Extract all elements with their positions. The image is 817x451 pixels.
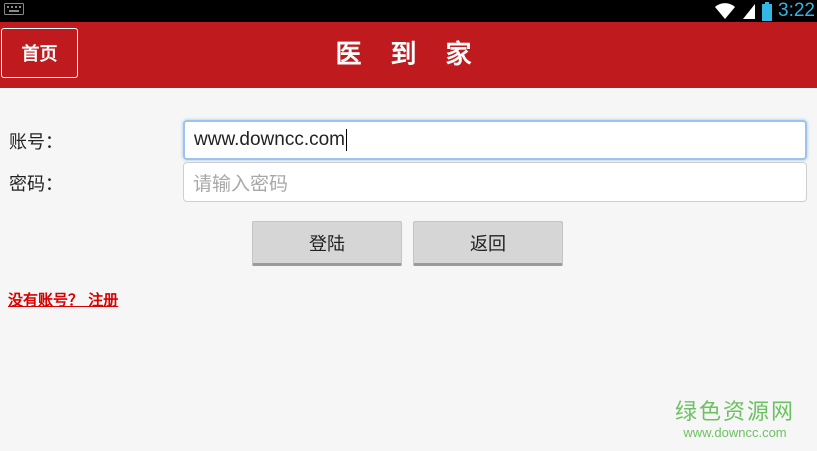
watermark-title: 绿色资源网 bbox=[674, 400, 795, 425]
watermark-url: www.downcc.com bbox=[683, 425, 787, 440]
password-input-placeholder: 请输入密码 bbox=[193, 173, 289, 195]
account-label: 账号： bbox=[9, 132, 63, 153]
register-link[interactable]: 没有账号？ 注册 bbox=[8, 289, 118, 310]
page-title: 医 到 家 bbox=[335, 40, 482, 70]
home-button[interactable]: 首页 bbox=[1, 28, 78, 78]
text-cursor bbox=[346, 129, 347, 151]
status-bar: 3:22 bbox=[0, 0, 817, 22]
status-indicators: 3:22 bbox=[714, 0, 815, 22]
app-screen: 3:22 首页 医 到 家 账号： www.downcc.com 密码： 请输入… bbox=[0, 0, 817, 451]
battery-icon bbox=[762, 1, 773, 21]
back-button[interactable]: 返回 bbox=[413, 221, 563, 266]
wifi-icon bbox=[715, 3, 736, 19]
watermark: 绿色资源网 www.downcc.com bbox=[675, 400, 795, 440]
account-input-value: www.downcc.com bbox=[194, 129, 345, 150]
account-input[interactable]: www.downcc.com bbox=[183, 120, 807, 160]
login-button[interactable]: 登陆 bbox=[252, 221, 402, 266]
password-input[interactable]: 请输入密码 bbox=[183, 162, 807, 202]
keyboard-icon bbox=[4, 3, 24, 15]
password-label: 密码： bbox=[9, 174, 63, 195]
app-header: 首页 医 到 家 bbox=[0, 22, 817, 88]
signal-icon bbox=[743, 4, 756, 19]
status-clock: 3:22 bbox=[778, 0, 815, 21]
